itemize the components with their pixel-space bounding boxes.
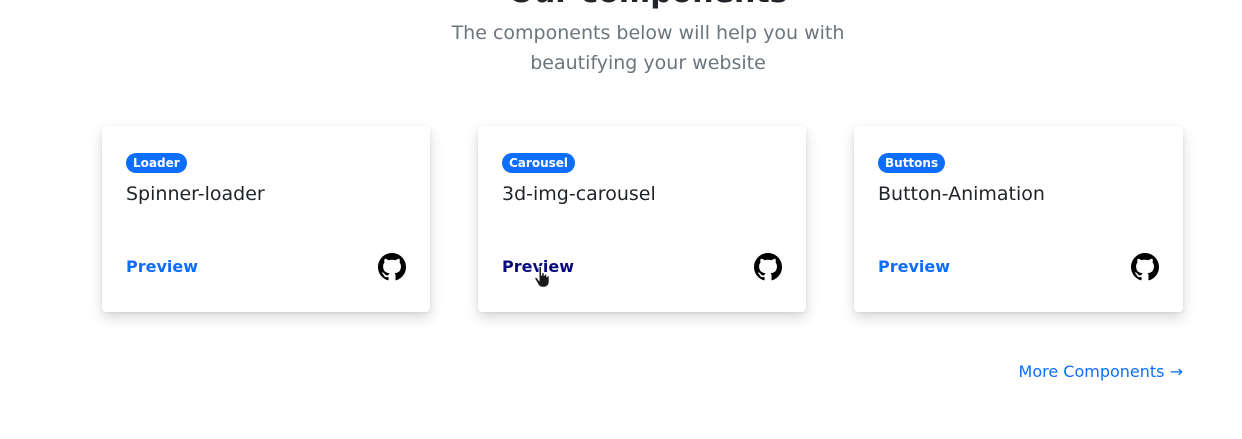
component-card-spinner-loader: Loader Spinner-loader Preview: [102, 126, 430, 312]
github-icon[interactable]: [1131, 253, 1159, 281]
preview-link[interactable]: Preview: [878, 256, 950, 278]
hand-cursor-icon: [534, 266, 550, 288]
component-card-3d-img-carousel: Carousel 3d-img-carousel Preview: [478, 126, 806, 312]
category-badge: Carousel: [502, 153, 576, 173]
github-icon[interactable]: [378, 253, 406, 281]
github-icon[interactable]: [754, 253, 782, 281]
preview-link[interactable]: Preview: [126, 256, 198, 278]
card-title: Spinner-loader: [126, 183, 265, 205]
section-title: Our components: [0, 0, 1242, 8]
components-section: Our components The components below will…: [0, 0, 1242, 439]
card-title: Button-Animation: [878, 183, 1045, 205]
more-components-link[interactable]: More Components →: [1019, 361, 1183, 383]
category-badge: Loader: [126, 153, 187, 173]
component-card-button-animation: Buttons Button-Animation Preview: [854, 126, 1183, 312]
category-badge: Buttons: [878, 153, 946, 173]
card-title: 3d-img-carousel: [502, 183, 656, 205]
section-subtitle: The components below will help you with …: [451, 22, 845, 74]
